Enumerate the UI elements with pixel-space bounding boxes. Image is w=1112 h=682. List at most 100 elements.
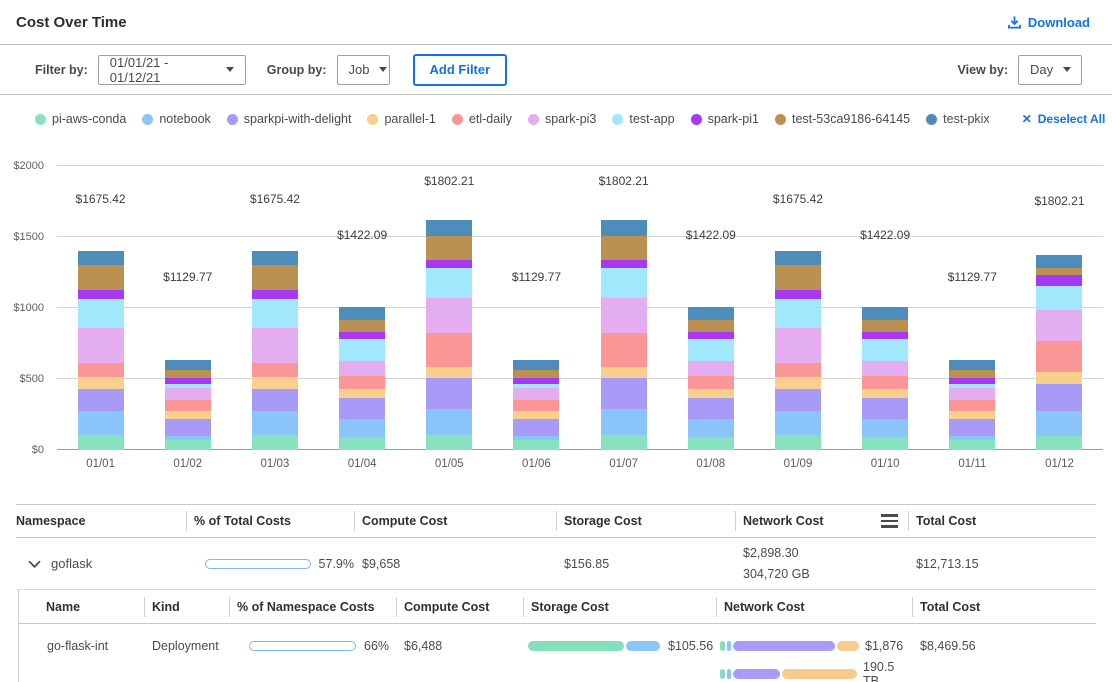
x-tick-label: 01/11 xyxy=(929,458,1016,470)
bar-01-06[interactable]: $1129.77 xyxy=(513,290,559,450)
bar-segment-test-app xyxy=(862,339,908,361)
legend-item-pi-aws-conda[interactable]: pi-aws-conda xyxy=(35,112,126,126)
bar-segment-pi-aws-conda xyxy=(862,437,908,450)
titlebar: Cost Over Time Download xyxy=(0,0,1112,45)
bar-segment-spark-pi1 xyxy=(252,290,298,299)
y-tick-label: $1500 xyxy=(0,231,44,243)
bar-segment-sparkpi-with-delight xyxy=(949,419,995,436)
storage-cost-value: $156.85 xyxy=(556,557,735,571)
legend-item-spark-pi3[interactable]: spark-pi3 xyxy=(528,112,596,126)
chart-plot: $1675.42 $1129.77 $1675.42 $1422.09 $1802.21… xyxy=(57,166,1103,450)
bar-01-04[interactable]: $1422.09 xyxy=(339,248,385,450)
bar-01-07[interactable]: $1802.21 xyxy=(601,194,647,450)
chevron-down-icon xyxy=(226,67,234,72)
table-header-row: Namespace % of Total Costs Compute Cost … xyxy=(16,504,1096,538)
deselect-all-button[interactable]: ✕ Deselect All xyxy=(1022,112,1106,126)
bar-segment-parallel-1 xyxy=(775,377,821,389)
bar-segment-test-app xyxy=(339,339,385,361)
bar-total-label: $1802.21 xyxy=(1034,194,1084,208)
legend-item-etl-daily[interactable]: etl-daily xyxy=(452,112,512,126)
bar-segment-etl-daily xyxy=(165,400,211,411)
bar-total-label: $1422.09 xyxy=(860,228,910,242)
bar-segment-pi-aws-conda xyxy=(426,435,472,450)
bar-segment-test-53ca9186-64145 xyxy=(949,370,995,378)
bar-segment-test-53ca9186-64145 xyxy=(426,236,472,261)
date-range-value: 01/01/21 - 01/12/21 xyxy=(110,55,216,85)
y-axis: $0$500$1000$1500$2000 xyxy=(0,166,48,450)
x-tick-label: 01/07 xyxy=(580,458,667,470)
bar-segment-notebook xyxy=(1036,411,1082,436)
network-volume-value: 190.5 TB xyxy=(863,660,912,682)
col-network: Network Cost xyxy=(735,505,908,537)
download-icon xyxy=(1007,15,1022,30)
bar-segment-test-pkix xyxy=(862,307,908,320)
bar-segment-spark-pi1 xyxy=(78,290,124,299)
col-namespace: Namespace xyxy=(16,505,186,537)
bar-segment-notebook xyxy=(78,411,124,435)
bar-01-03[interactable]: $1675.42 xyxy=(252,212,298,450)
legend-items: pi-aws-conda notebook sparkpi-with-delight… xyxy=(35,112,990,126)
bar-segment-spark-pi3 xyxy=(949,388,995,400)
bar-segment-sparkpi-with-delight xyxy=(339,398,385,419)
filter-by-label: Filter by: xyxy=(35,63,88,77)
bar-segment-parallel-1 xyxy=(688,389,734,398)
add-filter-button[interactable]: Add Filter xyxy=(413,54,508,86)
bar-01-09[interactable]: $1675.42 xyxy=(775,212,821,450)
bar-segment-parallel-1 xyxy=(165,411,211,419)
bar-segment-parallel-1 xyxy=(78,377,124,389)
workload-row: go-flask-int Deployment 66% $6,488 $105.… xyxy=(19,624,1096,682)
col-storage: Storage Cost xyxy=(556,505,735,537)
group-by-select[interactable]: Job xyxy=(337,55,390,85)
bar-01-11[interactable]: $1129.77 xyxy=(949,290,995,450)
column-menu-icon[interactable] xyxy=(881,514,898,527)
bar-segment-test-pkix xyxy=(688,307,734,320)
legend-item-test-pkix[interactable]: test-pkix xyxy=(926,112,990,126)
download-button[interactable]: Download xyxy=(1007,15,1090,30)
legend-item-test-53ca9186-64145[interactable]: test-53ca9186-64145 xyxy=(775,112,910,126)
storage-cost-value: $105.56 xyxy=(668,639,713,653)
bar-segment-etl-daily xyxy=(426,333,472,367)
bar-segment-pi-aws-conda xyxy=(601,435,647,450)
bar-segment-etl-daily xyxy=(601,333,647,367)
bar-segment-parallel-1 xyxy=(601,367,647,377)
bars-layer: $1675.42 $1129.77 $1675.42 $1422.09 $1802.21… xyxy=(57,166,1103,450)
bar-segment-spark-pi1 xyxy=(1036,275,1082,285)
bar-01-12[interactable]: $1802.21 xyxy=(1036,214,1082,450)
storage-cost-bar xyxy=(528,641,660,651)
bar-segment-pi-aws-conda xyxy=(949,440,995,450)
bar-01-05[interactable]: $1802.21 xyxy=(426,194,472,450)
col-total: Total Cost xyxy=(908,505,1096,537)
legend-item-parallel-1[interactable]: parallel-1 xyxy=(367,112,435,126)
bar-total-label: $1802.21 xyxy=(599,174,649,188)
bar-segment-sparkpi-with-delight xyxy=(165,419,211,436)
legend-swatch-icon xyxy=(142,114,153,125)
bar-segment-test-53ca9186-64145 xyxy=(165,370,211,378)
bar-segment-parallel-1 xyxy=(949,411,995,419)
bar-01-02[interactable]: $1129.77 xyxy=(165,290,211,450)
bar-01-01[interactable]: $1675.42 xyxy=(78,212,124,450)
download-label: Download xyxy=(1028,15,1090,30)
page-title: Cost Over Time xyxy=(16,14,127,31)
y-tick-label: $1000 xyxy=(0,302,44,314)
legend-item-sparkpi-with-delight[interactable]: sparkpi-with-delight xyxy=(227,112,352,126)
bar-segment-notebook xyxy=(339,419,385,438)
bar-01-10[interactable]: $1422.09 xyxy=(862,248,908,450)
bar-segment-pi-aws-conda xyxy=(1036,436,1082,450)
legend-item-notebook[interactable]: notebook xyxy=(142,112,210,126)
bar-segment-test-app xyxy=(426,268,472,298)
bar-segment-sparkpi-with-delight xyxy=(1036,384,1082,412)
col-storage: Storage Cost xyxy=(523,590,716,623)
legend-item-test-app[interactable]: test-app xyxy=(612,112,674,126)
pct-namespace-cell: 66% xyxy=(229,635,396,657)
view-by-select[interactable]: Day xyxy=(1018,55,1082,85)
date-range-select[interactable]: 01/01/21 - 01/12/21 xyxy=(98,55,246,85)
bar-segment-notebook xyxy=(775,411,821,435)
legend-swatch-icon xyxy=(367,114,378,125)
namespace-expander[interactable]: goflask xyxy=(16,556,186,571)
bar-segment-test-pkix xyxy=(949,360,995,371)
x-tick-label: 01/03 xyxy=(231,458,318,470)
legend-swatch-icon xyxy=(452,114,463,125)
legend-item-spark-pi1[interactable]: spark-pi1 xyxy=(691,112,759,126)
group-by-value: Job xyxy=(349,62,370,77)
bar-01-08[interactable]: $1422.09 xyxy=(688,248,734,450)
